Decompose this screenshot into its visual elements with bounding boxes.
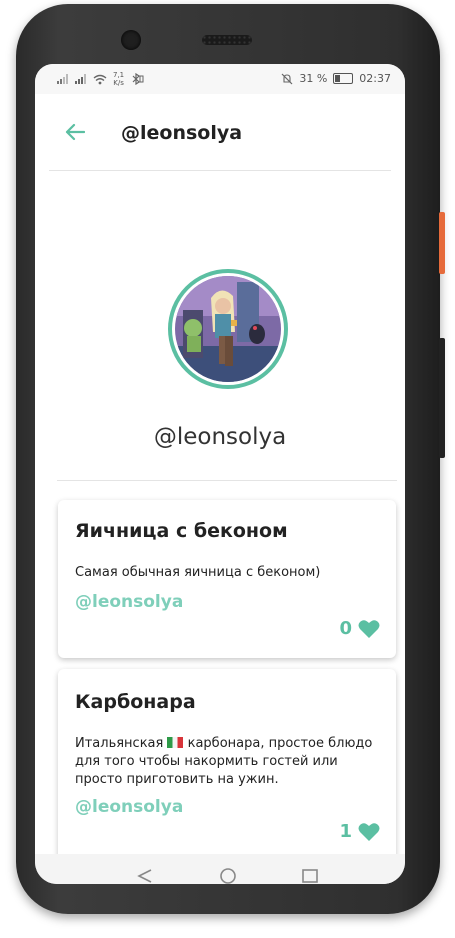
- navigation-bar: [35, 854, 405, 884]
- like-count: 1: [339, 821, 352, 842]
- nav-back-icon[interactable]: [137, 869, 152, 883]
- page-title: @leonsolya: [121, 122, 243, 144]
- app-bar: @leonsolya: [35, 94, 405, 170]
- bluetooth-vibrate-icon: [132, 73, 144, 85]
- recipe-author[interactable]: @leonsolya: [75, 592, 183, 612]
- like-button[interactable]: 1: [339, 821, 380, 842]
- heart-icon: [358, 619, 380, 638]
- divider: [49, 170, 391, 171]
- battery-icon: [333, 73, 354, 84]
- divider: [57, 480, 397, 481]
- battery-percent: 31 %: [299, 72, 328, 85]
- network-speed: 7,1 K/s: [113, 71, 125, 87]
- heart-icon: [358, 822, 380, 841]
- signal-icon: [75, 74, 86, 84]
- wifi-icon: [93, 74, 107, 84]
- volume-button: [439, 338, 445, 458]
- back-button[interactable]: [61, 118, 89, 146]
- recipe-description: Итальянская карбонара, простое блюдо для…: [75, 736, 373, 787]
- status-bar: 7,1 K/s 31 % 02:37: [35, 64, 405, 94]
- recipe-author[interactable]: @leonsolya: [75, 797, 183, 817]
- screen: 7,1 K/s 31 % 02:37 @leonsolya @leonsolya…: [35, 64, 405, 884]
- front-camera: [121, 30, 141, 50]
- like-button[interactable]: 0: [339, 618, 380, 639]
- recipe-card[interactable]: Яичница с беконом Самая обычная яичница …: [58, 500, 396, 658]
- recipe-card[interactable]: Карбонара Итальянская карбонара, простое…: [58, 669, 396, 884]
- mute-bell-icon: [281, 73, 293, 84]
- avatar[interactable]: [175, 276, 281, 382]
- power-button: [439, 212, 445, 274]
- nav-recents-icon[interactable]: [302, 869, 318, 883]
- like-count: 0: [339, 618, 352, 639]
- recipe-title: Яичница с беконом: [75, 520, 288, 542]
- avatar-illustration: [175, 276, 281, 382]
- recipe-description: Самая обычная яичница с беконом): [75, 565, 321, 580]
- earpiece-speaker: [202, 35, 252, 45]
- recipe-title: Карбонара: [75, 691, 196, 713]
- clock: 02:37: [359, 72, 391, 85]
- arrow-left-icon: [65, 123, 85, 141]
- profile-username: @leonsolya: [153, 424, 287, 450]
- signal-icon: [57, 74, 68, 84]
- nav-home-icon[interactable]: [220, 868, 236, 884]
- italy-flag-icon: [167, 737, 184, 748]
